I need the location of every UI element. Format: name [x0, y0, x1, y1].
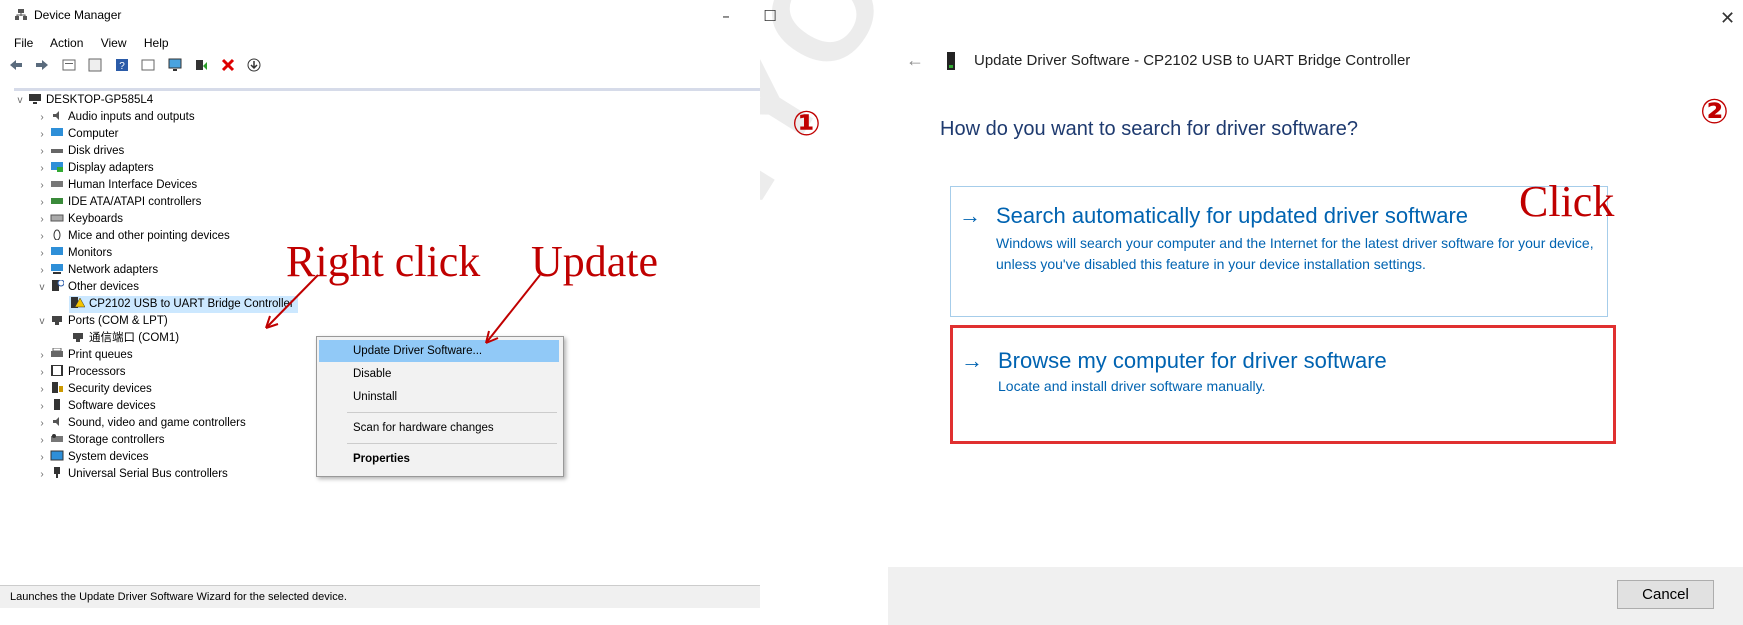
update-arrow	[485, 274, 541, 344]
dialog-header: Update Driver Software - CP2102 USB to U…	[974, 52, 1411, 69]
option1-desc: Windows will search your computer and th…	[996, 235, 1594, 272]
right-click-arrow	[265, 274, 319, 329]
option2-title: Browse my computer for driver software	[998, 348, 1387, 373]
arrow-right-icon: →	[959, 203, 981, 228]
dialog-question: How do you want to search for driver sof…	[940, 118, 1358, 140]
arrow-right-icon: →	[961, 348, 983, 373]
click-annotation: Click	[1519, 177, 1615, 226]
dialog-close-icon[interactable]: ✕	[1720, 8, 1735, 29]
step-two-badge: ②	[1700, 92, 1729, 132]
option2-desc: Locate and install driver software manua…	[998, 378, 1266, 394]
dialog-footer	[888, 567, 1743, 625]
dialog-back-icon[interactable]: ←	[906, 50, 924, 71]
cancel-button[interactable]: Cancel	[1617, 580, 1714, 609]
browse-computer-option[interactable]: → Browse my computer for driver software…	[950, 325, 1616, 444]
search-automatically-option[interactable]: → Search automatically for updated drive…	[950, 186, 1608, 317]
option1-title: Search automatically for updated driver …	[996, 203, 1469, 228]
usb-device-icon	[947, 52, 955, 70]
